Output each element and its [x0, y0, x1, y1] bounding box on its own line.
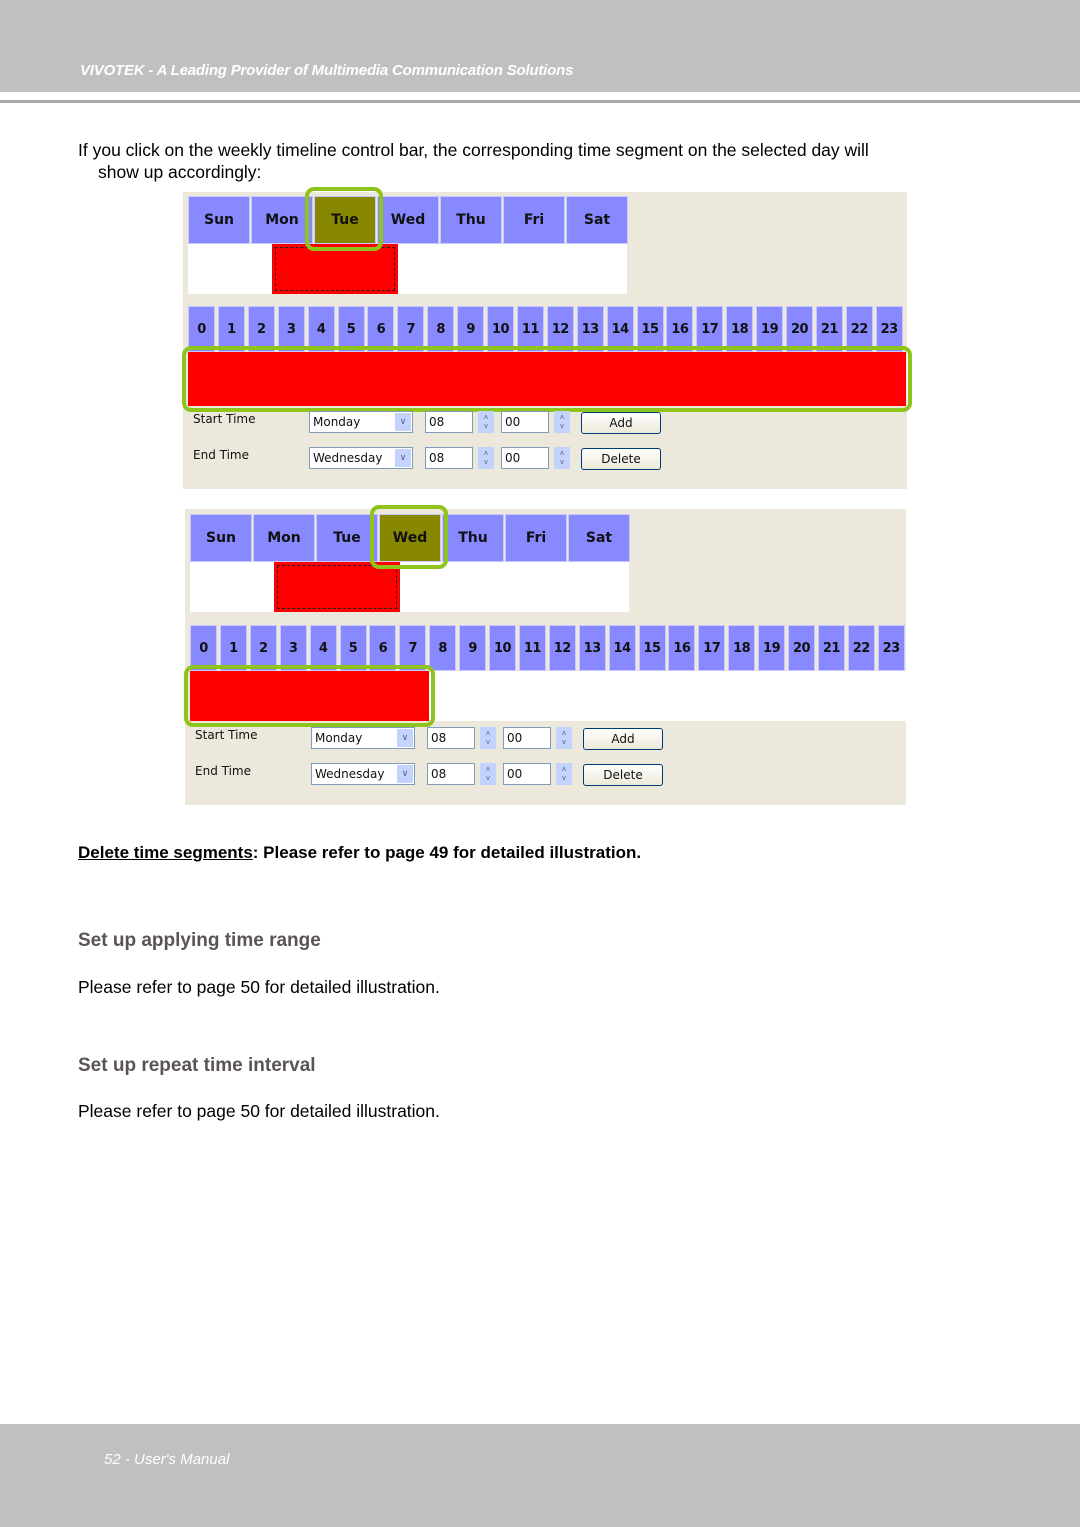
- delete-segments-note: Delete time segments: Please refer to pa…: [78, 843, 641, 863]
- hour-button-9[interactable]: 9: [459, 625, 487, 671]
- end-minute-input[interactable]: 00: [503, 763, 551, 785]
- start-time-label: Start Time: [193, 412, 256, 426]
- hour-button-18[interactable]: 18: [728, 625, 756, 671]
- start-minute-input[interactable]: 00: [503, 727, 551, 749]
- end-time-label: End Time: [193, 448, 249, 462]
- hour-button-22[interactable]: 22: [847, 625, 875, 671]
- start-hour-input[interactable]: 08: [425, 411, 473, 433]
- hour-button-8[interactable]: 8: [429, 625, 457, 671]
- end-hour-spinner-icon[interactable]: ˄ ˅: [478, 447, 494, 469]
- start-day-select[interactable]: Monday ∨: [309, 411, 413, 433]
- delete-button[interactable]: Delete: [583, 764, 663, 786]
- add-button[interactable]: Add: [583, 728, 663, 750]
- week-time-segment[interactable]: [274, 562, 400, 612]
- hour-button-17[interactable]: 17: [698, 625, 726, 671]
- schedule-screenshot-tuesday: Sun Mon Tue Wed Thu Fri Sat 0 1 2 3 4 5 6 7 8 9 10 11 12 13 1…: [182, 187, 912, 489]
- day-button-sat[interactable]: Sat: [566, 196, 628, 244]
- end-day-value: Wednesday: [313, 451, 383, 465]
- hour-button-14[interactable]: 14: [608, 625, 636, 671]
- start-hour-spinner-icon[interactable]: ˄ ˅: [480, 727, 496, 749]
- start-minute-input[interactable]: 00: [501, 411, 549, 433]
- hour-button-11[interactable]: 11: [518, 625, 546, 671]
- heading-repeat-time-interval: Set up repeat time interval: [78, 1055, 316, 1076]
- hour-button-19[interactable]: 19: [758, 625, 786, 671]
- hour-button-12[interactable]: 12: [548, 625, 576, 671]
- page-header: VIVOTEK - A Leading Provider of Multimed…: [0, 0, 1080, 92]
- day-segment-highlight: [182, 346, 912, 412]
- start-hour-spinner-icon[interactable]: ˄ ˅: [478, 411, 494, 433]
- end-hour-spinner-icon[interactable]: ˄ ˅: [480, 763, 496, 785]
- segment-selection-border: [277, 565, 397, 609]
- day-button-sat[interactable]: Sat: [568, 514, 630, 562]
- end-minute-spinner-icon[interactable]: ˄ ˅: [556, 763, 572, 785]
- day-button-mon[interactable]: Mon: [251, 196, 313, 244]
- intro-line-1: If you click on the weekly timeline cont…: [78, 140, 869, 160]
- start-day-select[interactable]: Monday ∨: [311, 727, 415, 749]
- end-day-select[interactable]: Wednesday ∨: [309, 447, 413, 469]
- schedule-screenshot-wednesday: Sun Mon Tue Wed Thu Fri Sat 0 1 2 3 4 5 6 7 8 9 10 11 12 13 1…: [184, 505, 908, 805]
- end-day-select[interactable]: Wednesday ∨: [311, 763, 415, 785]
- start-hour-input[interactable]: 08: [427, 727, 475, 749]
- footer-page-label: 52 - User's Manual: [104, 1451, 230, 1468]
- delete-button[interactable]: Delete: [581, 448, 661, 470]
- segment-selection-border: [275, 247, 395, 291]
- start-minute-spinner-icon[interactable]: ˄ ˅: [554, 411, 570, 433]
- hour-button-13[interactable]: 13: [578, 625, 606, 671]
- start-time-label: Start Time: [195, 728, 258, 742]
- day-button-fri[interactable]: Fri: [503, 196, 565, 244]
- end-hour-input[interactable]: 08: [427, 763, 475, 785]
- start-minute-spinner-icon[interactable]: ˄ ˅: [556, 727, 572, 749]
- day-button-wed[interactable]: Wed: [377, 196, 439, 244]
- intro-paragraph: If you click on the weekly timeline cont…: [78, 139, 998, 183]
- end-time-label: End Time: [195, 764, 251, 778]
- day-button-mon[interactable]: Mon: [253, 514, 315, 562]
- end-minute-input[interactable]: 00: [501, 447, 549, 469]
- hour-button-16[interactable]: 16: [668, 625, 696, 671]
- hour-button-10[interactable]: 10: [489, 625, 516, 671]
- start-day-value: Monday: [313, 415, 361, 429]
- chevron-down-icon[interactable]: ∨: [397, 729, 413, 747]
- day-button-sun[interactable]: Sun: [188, 196, 250, 244]
- repeat-time-interval-text: Please refer to page 50 for detailed ill…: [78, 1101, 440, 1121]
- page-footer: 52 - User's Manual: [0, 1424, 1080, 1527]
- end-minute-spinner-icon[interactable]: ˄ ˅: [554, 447, 570, 469]
- week-timeline-area[interactable]: [190, 562, 629, 612]
- selected-day-highlight: [305, 187, 383, 251]
- day-button-fri[interactable]: Fri: [505, 514, 567, 562]
- hour-button-21[interactable]: 21: [817, 625, 845, 671]
- start-day-value: Monday: [315, 731, 363, 745]
- chevron-down-icon[interactable]: ∨: [397, 765, 413, 783]
- selected-day-highlight: [370, 505, 448, 569]
- add-button[interactable]: Add: [581, 412, 661, 434]
- week-time-segment[interactable]: [272, 244, 398, 294]
- hour-button-20[interactable]: 20: [788, 625, 815, 671]
- day-segment-highlight: [184, 665, 436, 727]
- day-button-thu[interactable]: Thu: [440, 196, 502, 244]
- day-button-tue[interactable]: Tue: [316, 514, 378, 562]
- hour-button-23[interactable]: 23: [877, 625, 905, 671]
- delete-segments-text: : Please refer to page 49 for detailed i…: [252, 843, 642, 862]
- hour-button-15[interactable]: 15: [638, 625, 666, 671]
- chevron-down-icon[interactable]: ∨: [395, 413, 411, 431]
- day-button-thu[interactable]: Thu: [442, 514, 504, 562]
- end-day-value: Wednesday: [315, 767, 385, 781]
- heading-applying-time-range: Set up applying time range: [78, 930, 321, 951]
- applying-time-range-text: Please refer to page 50 for detailed ill…: [78, 977, 440, 997]
- week-timeline-area[interactable]: [188, 244, 627, 294]
- intro-line-2: show up accordingly:: [98, 162, 262, 182]
- header-title: VIVOTEK - A Leading Provider of Multimed…: [80, 62, 574, 79]
- delete-segments-label: Delete time segments: [78, 843, 253, 862]
- header-divider: [0, 100, 1080, 103]
- chevron-down-icon[interactable]: ∨: [395, 449, 411, 467]
- day-button-sun[interactable]: Sun: [190, 514, 252, 562]
- end-hour-input[interactable]: 08: [425, 447, 473, 469]
